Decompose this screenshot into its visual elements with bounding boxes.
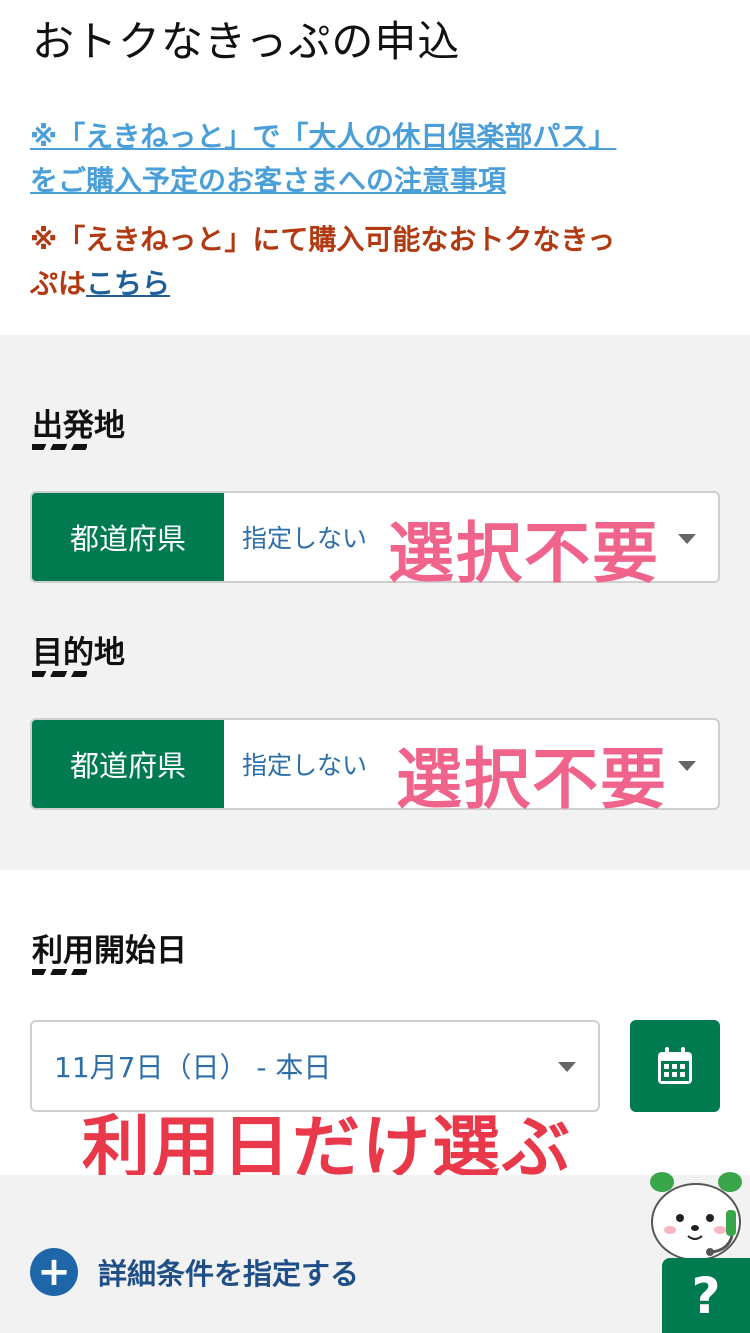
eticket-notice-line2: ぷは bbox=[30, 267, 87, 300]
start-date-heading: 利用開始日 bbox=[32, 933, 187, 969]
plus-icon: + bbox=[30, 1248, 78, 1296]
eticket-here-link[interactable]: こちら bbox=[86, 267, 170, 300]
calendar-icon bbox=[658, 1047, 692, 1084]
pass-notice-link[interactable]: ※「えきねっと」で「大人の休日倶楽部パス」 をご購入予定のお客さまへの注意事項 bbox=[30, 115, 710, 203]
departure-pref-label: 都道府県 bbox=[32, 493, 224, 581]
chevron-down-icon bbox=[558, 1062, 576, 1072]
destination-heading: 目的地 bbox=[32, 635, 125, 671]
pass-notice-line2: をご購入予定のお客さまへの注意事項 bbox=[30, 164, 507, 197]
eticket-notice: ※「えきねっと」にて購入可能なおトクなきっ ぷはこちら bbox=[30, 218, 710, 306]
mascot-image bbox=[650, 1172, 742, 1261]
page-title: おトクなきっぷの申込 bbox=[32, 17, 461, 66]
departure-value: 指定しない bbox=[242, 524, 368, 553]
eticket-notice-line1: ※「えきねっと」にて購入可能なおトクなきっ bbox=[30, 223, 616, 256]
chevron-down-icon bbox=[678, 761, 696, 771]
destination-pref-label: 都道府県 bbox=[32, 720, 224, 808]
departure-heading-underline bbox=[32, 444, 87, 450]
destination-value: 指定しない bbox=[242, 751, 368, 780]
start-date-heading-underline bbox=[32, 969, 87, 975]
calendar-button[interactable] bbox=[630, 1020, 720, 1112]
destination-heading-underline bbox=[32, 671, 87, 677]
help-button[interactable]: ? bbox=[662, 1258, 750, 1333]
detail-conditions-label: 詳細条件を指定する bbox=[98, 1257, 360, 1291]
pass-notice-line1: ※「えきねっと」で「大人の休日倶楽部パス」 bbox=[30, 120, 617, 153]
departure-annotation: 選択不要 bbox=[388, 515, 660, 592]
destination-annotation: 選択不要 bbox=[396, 741, 668, 818]
departure-heading: 出発地 bbox=[32, 408, 125, 444]
chevron-down-icon bbox=[678, 534, 696, 544]
detail-conditions-toggle[interactable]: + 詳細条件を指定する bbox=[30, 1248, 359, 1296]
